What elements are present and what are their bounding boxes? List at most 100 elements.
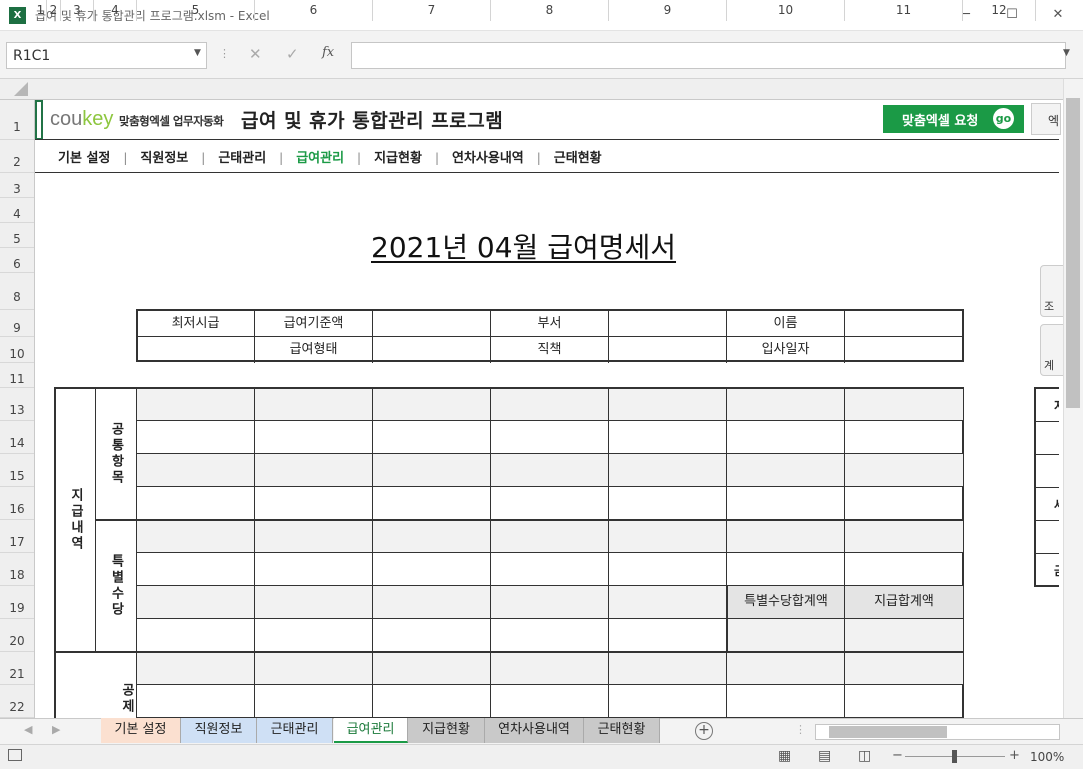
row-header[interactable]: 22 bbox=[0, 685, 34, 718]
column-header[interactable]: 3 bbox=[61, 0, 94, 21]
info-value[interactable] bbox=[845, 311, 963, 337]
info-value[interactable] bbox=[845, 337, 963, 363]
next-sheet-icon[interactable]: ▶ bbox=[52, 723, 60, 736]
pay-cell[interactable] bbox=[609, 454, 727, 487]
sheet-tab[interactable]: 근태관리 bbox=[257, 718, 333, 743]
pay-cell[interactable] bbox=[373, 685, 491, 718]
pay-cell[interactable] bbox=[609, 553, 727, 586]
formula-input[interactable] bbox=[351, 42, 1066, 69]
pay-cell[interactable] bbox=[373, 652, 491, 685]
pay-cell[interactable] bbox=[845, 553, 963, 586]
row-header[interactable]: 21 bbox=[0, 652, 34, 685]
row-header[interactable]: 13 bbox=[0, 388, 34, 421]
selected-cell[interactable] bbox=[35, 100, 43, 140]
nav-item[interactable]: 지급현황 bbox=[374, 147, 422, 166]
pay-cell[interactable] bbox=[845, 487, 963, 520]
pay-cell[interactable] bbox=[727, 454, 845, 487]
sheet-tab[interactable]: 연차사용내역 bbox=[485, 718, 584, 743]
sheet-tab[interactable]: 직원정보 bbox=[181, 718, 257, 743]
row-header[interactable]: 18 bbox=[0, 553, 34, 586]
row-header[interactable]: 1 bbox=[0, 100, 34, 140]
row-header[interactable]: 14 bbox=[0, 421, 34, 454]
pay-cell[interactable] bbox=[727, 389, 845, 421]
vertical-scroll-thumb[interactable] bbox=[1066, 98, 1080, 408]
pay-cell[interactable] bbox=[491, 389, 609, 421]
pay-cell[interactable] bbox=[255, 454, 373, 487]
pay-cell[interactable] bbox=[255, 421, 373, 454]
column-header[interactable]: 12 bbox=[963, 0, 1036, 21]
pay-cell[interactable] bbox=[255, 619, 373, 652]
info-value[interactable] bbox=[609, 337, 727, 363]
pay-total-value[interactable] bbox=[845, 619, 963, 652]
pay-cell[interactable] bbox=[491, 454, 609, 487]
row-header[interactable]: 4 bbox=[0, 198, 34, 223]
row-header[interactable]: 2 bbox=[0, 140, 34, 173]
pay-cell[interactable] bbox=[727, 520, 845, 553]
row-header[interactable]: 20 bbox=[0, 619, 34, 652]
pay-cell[interactable] bbox=[845, 685, 963, 718]
sheet-tab[interactable]: 기본 설정 bbox=[101, 718, 181, 743]
cancel-icon[interactable]: ✕ bbox=[249, 45, 262, 63]
pay-cell[interactable] bbox=[609, 389, 727, 421]
select-all-corner[interactable] bbox=[14, 82, 28, 96]
pay-cell[interactable] bbox=[137, 553, 255, 586]
column-header[interactable]: 6 bbox=[255, 0, 373, 21]
row-header[interactable]: 10 bbox=[0, 337, 34, 363]
nav-item[interactable]: 기본 설정 bbox=[58, 147, 110, 166]
macro-record-icon[interactable] bbox=[8, 749, 22, 761]
pay-cell[interactable] bbox=[727, 553, 845, 586]
pay-cell[interactable] bbox=[609, 421, 727, 454]
row-header[interactable]: 3 bbox=[0, 173, 34, 198]
pay-cell[interactable] bbox=[609, 619, 727, 652]
pay-cell[interactable] bbox=[137, 487, 255, 520]
info-value[interactable] bbox=[373, 337, 491, 363]
nav-item[interactable]: 근태현황 bbox=[554, 147, 602, 166]
row-header[interactable]: 8 bbox=[0, 273, 34, 310]
chevron-down-icon[interactable]: ▼ bbox=[194, 48, 201, 58]
column-header[interactable]: 7 bbox=[373, 0, 491, 21]
zoom-out-icon[interactable]: − bbox=[892, 748, 903, 763]
pay-cell[interactable] bbox=[609, 520, 727, 553]
pay-cell[interactable] bbox=[491, 421, 609, 454]
nav-item[interactable]: 급여관리 bbox=[296, 147, 344, 166]
pay-cell[interactable] bbox=[727, 652, 845, 685]
pay-cell[interactable] bbox=[137, 586, 255, 619]
info-value[interactable] bbox=[609, 311, 727, 337]
column-header[interactable]: 5 bbox=[137, 0, 255, 21]
pay-cell[interactable] bbox=[255, 586, 373, 619]
pay-cell[interactable] bbox=[373, 421, 491, 454]
name-box[interactable]: R1C1 bbox=[6, 42, 207, 69]
pay-cell[interactable] bbox=[255, 520, 373, 553]
calculate-button[interactable]: 계산 bbox=[1040, 324, 1065, 376]
pay-cell[interactable] bbox=[373, 454, 491, 487]
row-header[interactable]: 5 bbox=[0, 223, 34, 248]
pay-cell[interactable] bbox=[373, 520, 491, 553]
sheet-tab[interactable]: 지급현황 bbox=[408, 718, 485, 743]
pay-cell[interactable] bbox=[845, 652, 963, 685]
go-icon[interactable]: go bbox=[993, 108, 1014, 129]
column-header[interactable]: 9 bbox=[609, 0, 727, 21]
row-header[interactable]: 9 bbox=[0, 310, 34, 337]
nav-item[interactable]: 연차사용내역 bbox=[452, 147, 524, 166]
pay-cell[interactable] bbox=[373, 487, 491, 520]
pay-cell[interactable] bbox=[727, 421, 845, 454]
zoom-level[interactable]: 100% bbox=[1030, 750, 1064, 764]
pay-cell[interactable] bbox=[491, 553, 609, 586]
pay-cell[interactable] bbox=[255, 389, 373, 421]
insert-function-icon[interactable]: fx bbox=[322, 45, 334, 60]
pay-cell[interactable] bbox=[373, 586, 491, 619]
zoom-in-icon[interactable]: + bbox=[1009, 748, 1020, 763]
pay-cell[interactable] bbox=[255, 553, 373, 586]
lookup-button[interactable]: 조회 bbox=[1040, 265, 1065, 317]
pay-cell[interactable] bbox=[727, 487, 845, 520]
column-header[interactable]: 4 bbox=[94, 0, 137, 21]
special-total-value[interactable] bbox=[727, 619, 845, 652]
row-header[interactable]: 19 bbox=[0, 586, 34, 619]
page-break-icon[interactable]: ◫ bbox=[858, 748, 871, 764]
side-top-button[interactable]: 엑 bbox=[1031, 103, 1061, 135]
pay-cell[interactable] bbox=[845, 389, 963, 421]
pay-cell[interactable] bbox=[609, 487, 727, 520]
close-button[interactable]: ✕ bbox=[1035, 0, 1081, 31]
pay-cell[interactable] bbox=[137, 619, 255, 652]
pay-cell[interactable] bbox=[137, 520, 255, 553]
